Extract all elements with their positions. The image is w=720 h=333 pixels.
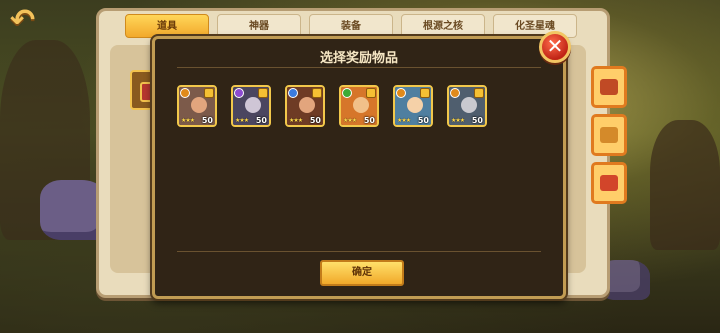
tab-items[interactable]: 道具 (125, 14, 209, 38)
side-tab-box[interactable] (591, 66, 627, 108)
rank-badge-icon (474, 88, 484, 98)
tab-artifacts[interactable]: 神器 (217, 14, 301, 38)
star-rating: ★★★ (397, 117, 411, 124)
side-tab-chest[interactable] (591, 114, 627, 156)
side-tab-gift[interactable] (591, 162, 627, 204)
hero-card[interactable]: ★★★ 50 (231, 85, 271, 127)
rank-badge-icon (204, 88, 214, 98)
element-icon (180, 88, 190, 98)
rank-badge-icon (258, 88, 268, 98)
modal-title: 选择奖励物品 (319, 51, 398, 66)
hero-level: 50 (201, 116, 213, 125)
hero-level: 50 (255, 116, 267, 125)
tab-origin-core[interactable]: 根源之核 (401, 14, 485, 38)
hero-level: 50 (363, 116, 375, 125)
element-icon (450, 88, 460, 98)
hero-level: 50 (309, 116, 321, 125)
gift-icon (600, 175, 618, 191)
rank-badge-icon (312, 88, 322, 98)
divider-top (177, 67, 541, 68)
hero-card[interactable]: ★★★ 50 (393, 85, 433, 127)
element-icon (234, 88, 244, 98)
tree-trunk-right (650, 120, 720, 250)
box-icon (600, 79, 618, 95)
element-icon (342, 88, 352, 98)
star-rating: ★★★ (343, 117, 357, 124)
hero-card[interactable]: ★★★ 50 (339, 85, 379, 127)
side-tab-bar (591, 66, 627, 204)
element-icon (396, 88, 406, 98)
rank-badge-icon (366, 88, 376, 98)
hero-level: 50 (471, 116, 483, 125)
back-arrow-icon[interactable]: ↶ (10, 6, 50, 36)
star-rating: ★★★ (181, 117, 195, 124)
hero-reward-grid: ★★★ 50 ★★★ 50 ★★★ 50 ★★★ 50 ★★★ 50 ★★★ 5… (177, 85, 487, 127)
tab-equipment[interactable]: 装备 (309, 14, 393, 38)
select-reward-modal: 选择奖励物品 ★★★ 50 ★★★ 50 ★★★ 50 ★★★ 50 ★★★ 5… (152, 36, 566, 299)
rank-badge-icon (420, 88, 430, 98)
hero-card[interactable]: ★★★ 50 (447, 85, 487, 127)
confirm-button[interactable]: 确定 (320, 260, 404, 286)
star-rating: ★★★ (235, 117, 249, 124)
close-icon[interactable]: ✕ (539, 31, 571, 63)
hero-card[interactable]: ★★★ 50 (285, 85, 325, 127)
divider-bottom (177, 251, 541, 252)
inventory-tabs: 道具 神器 装备 根源之核 化圣星魂 (125, 14, 577, 38)
star-rating: ★★★ (451, 117, 465, 124)
star-rating: ★★★ (289, 117, 303, 124)
chest-icon (600, 127, 618, 143)
element-icon (288, 88, 298, 98)
hero-card[interactable]: ★★★ 50 (177, 85, 217, 127)
hero-level: 50 (417, 116, 429, 125)
